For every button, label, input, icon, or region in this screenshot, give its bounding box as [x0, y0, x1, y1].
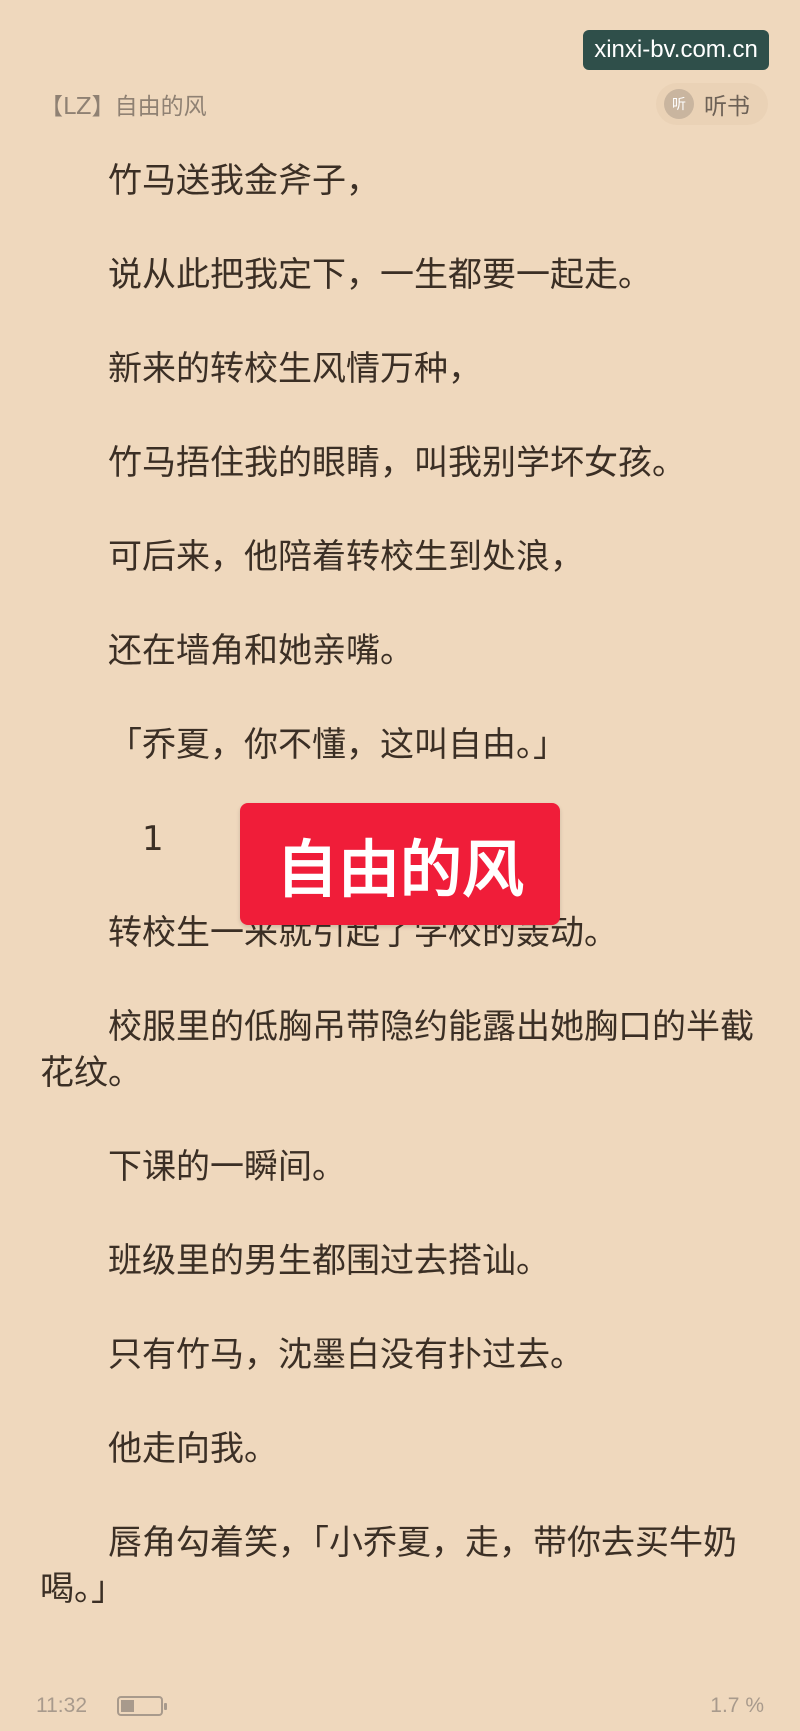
paragraph: 可后来，他陪着转校生到处浪，	[108, 537, 584, 577]
book-title: 【LZ】自由的风	[40, 94, 207, 120]
reader-header: 【LZ】自由的风 听 听书	[40, 83, 768, 125]
paragraph: 班级里的男生都围过去搭讪。	[108, 1241, 550, 1281]
headphone-icon: 听	[664, 89, 694, 119]
paragraph: 「乔夏，你不懂，这叫自由。」	[108, 725, 567, 765]
paragraph: 新来的转校生风情万种，	[108, 349, 482, 389]
paragraph: 他走向我。	[108, 1429, 278, 1469]
paragraph: 竹马送我金斧子，	[108, 161, 380, 201]
clock-time: 11:32	[36, 1694, 87, 1717]
listen-label: 听书	[704, 94, 750, 120]
paragraph: 说从此把我定下，一生都要一起走。	[108, 255, 652, 295]
battery-icon	[117, 1696, 167, 1716]
title-overlay-banner: 自由的风	[240, 803, 560, 925]
reader-status-bar: 11:32 1.7 %	[0, 1686, 800, 1726]
paragraph: 竹马捂住我的眼睛，叫我别学坏女孩。	[108, 443, 686, 483]
paragraph: 校服里的低胸吊带隐约能露出她胸口的半截花纹。	[40, 1007, 754, 1093]
paragraph: 还在墙角和她亲嘴。	[108, 631, 414, 671]
watermark-badge: xinxi-bv.com.cn	[583, 30, 769, 70]
reading-progress: 1.7 %	[710, 1694, 764, 1717]
paragraph: 下课的一瞬间。	[108, 1147, 346, 1187]
paragraph: 只有竹马，沈墨白没有扑过去。	[108, 1335, 584, 1375]
battery-level	[121, 1700, 134, 1712]
listen-button[interactable]: 听 听书	[656, 83, 768, 125]
paragraph: 唇角勾着笑，「小乔夏，走，带你去买牛奶喝。」	[40, 1523, 737, 1609]
